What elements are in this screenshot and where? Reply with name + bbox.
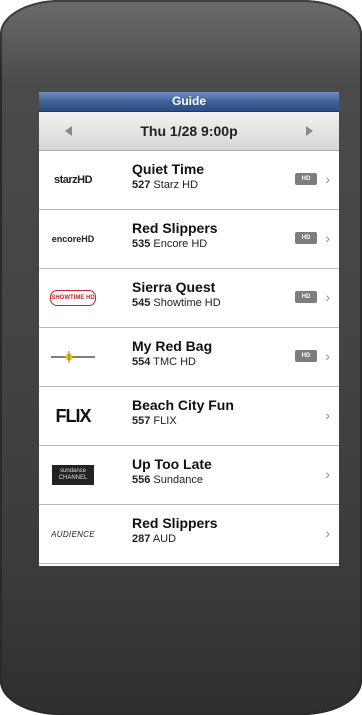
program-title: My Red Bag — [132, 338, 213, 354]
channel-name: Sundance — [153, 474, 203, 486]
hd-badge: HD — [295, 232, 317, 244]
starz-hd-logo: starzHD — [53, 174, 93, 186]
channel-name: Encore HD — [153, 238, 208, 250]
date-time-label: Thu 1/28 9:00p — [140, 123, 238, 139]
date-navigation-bar: Thu 1/28 9:00p — [39, 112, 339, 151]
channel-name: TMC HD — [153, 356, 196, 368]
channel-info: 287 AUD — [132, 532, 218, 546]
channel-list: starzHD Quiet Time 527 Starz HD HD › enc… — [39, 151, 339, 564]
program-info: Quiet Time 527 Starz HD — [132, 161, 204, 192]
list-item[interactable]: My Red Bag 554 TMC HD HD › — [39, 328, 339, 387]
channel-name: Starz HD — [153, 179, 199, 191]
channel-number: 527 — [132, 179, 151, 191]
channel-info: 545 Showtime HD — [132, 296, 221, 310]
title-bar: Guide — [39, 92, 339, 112]
hd-badge: HD — [295, 350, 317, 362]
program-info: Red Slippers 535 Encore HD — [132, 220, 218, 251]
program-info: Up Too Late 556 Sundance — [132, 456, 212, 487]
chevron-right-icon: › — [325, 348, 330, 364]
program-info: Beach City Fun 557 FLIX — [132, 397, 234, 428]
hd-badge: HD — [295, 291, 317, 303]
channel-info: 556 Sundance — [132, 473, 212, 487]
channel-number: 554 — [132, 356, 151, 368]
list-item[interactable]: encoreHD Red Slippers 535 Encore HD HD › — [39, 210, 339, 269]
guide-screen: Guide Thu 1/28 9:00p starzHD Quiet Time … — [39, 92, 339, 566]
channel-number: 535 — [132, 238, 151, 250]
program-title: Up Too Late — [132, 456, 212, 472]
device-frame: Guide Thu 1/28 9:00p starzHD Quiet Time … — [0, 0, 362, 715]
chevron-right-icon: › — [325, 407, 330, 423]
list-item[interactable]: sundance CHANNEL Up Too Late 556 Sundanc… — [39, 446, 339, 505]
list-item[interactable]: AUDIENCE Red Slippers 287 AUD › — [39, 505, 339, 564]
chevron-right-icon: › — [325, 230, 330, 246]
sundance-logo: sundance CHANNEL — [47, 463, 99, 487]
chevron-right-icon: › — [325, 171, 330, 187]
hd-badge: HD — [295, 173, 317, 185]
channel-number: 287 — [132, 533, 151, 545]
previous-arrow-icon[interactable] — [65, 126, 72, 136]
channel-info: 557 FLIX — [132, 414, 234, 428]
channel-number: 556 — [132, 474, 151, 486]
channel-name: Showtime HD — [153, 297, 221, 309]
flix-logo: FLIX — [55, 405, 92, 426]
channel-info: 535 Encore HD — [132, 237, 218, 251]
list-item[interactable]: SHOWTIME HD Sierra Quest 545 Showtime HD… — [39, 269, 339, 328]
program-title: Quiet Time — [132, 161, 205, 177]
channel-info: 527 Starz HD — [132, 178, 204, 192]
list-item[interactable]: FLIX Beach City Fun 557 FLIX › — [39, 387, 339, 446]
channel-name: AUD — [152, 533, 177, 545]
channel-number: 545 — [132, 297, 151, 309]
audience-logo: AUDIENCE — [51, 529, 95, 539]
chevron-right-icon: › — [325, 525, 330, 541]
chevron-right-icon: › — [325, 466, 330, 482]
channel-number: 557 — [132, 415, 151, 427]
chevron-right-icon: › — [325, 289, 330, 305]
channel-info: 554 TMC HD — [132, 355, 212, 369]
program-title: Sierra Quest — [132, 279, 216, 295]
program-title: Beach City Fun — [132, 397, 234, 413]
next-arrow-icon[interactable] — [305, 126, 313, 136]
list-item[interactable]: starzHD Quiet Time 527 Starz HD HD › — [39, 151, 339, 210]
showtime-hd-logo: SHOWTIME HD — [47, 286, 99, 310]
page-title: Guide — [171, 94, 206, 108]
channel-name: FLIX — [153, 415, 177, 427]
program-info: Sierra Quest 545 Showtime HD — [132, 279, 221, 310]
encore-hd-logo: encoreHD — [51, 234, 95, 244]
program-title: Red Slippers — [132, 515, 218, 531]
tmc-hd-logo — [47, 345, 99, 369]
program-title: Red Slippers — [132, 220, 218, 236]
program-info: Red Slippers 287 AUD — [132, 515, 218, 546]
program-info: My Red Bag 554 TMC HD — [132, 338, 212, 369]
